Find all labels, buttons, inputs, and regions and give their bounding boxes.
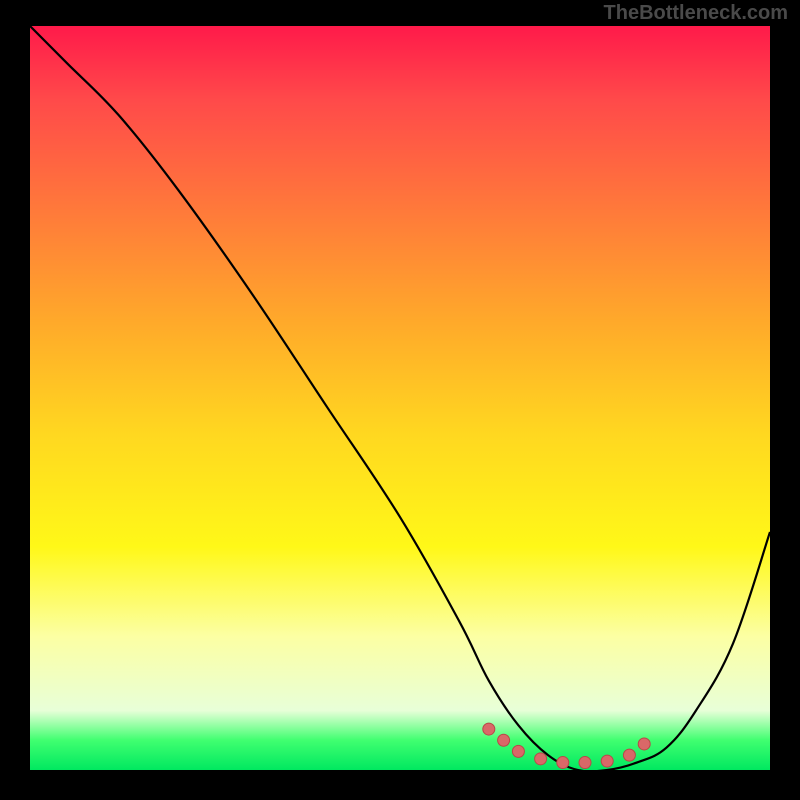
chart-svg: [30, 26, 770, 770]
marker-dot: [638, 738, 650, 750]
marker-dot: [601, 755, 613, 767]
marker-dot: [579, 757, 591, 769]
optimal-range-markers: [483, 723, 650, 768]
marker-dot: [623, 749, 635, 761]
marker-dot: [512, 745, 524, 757]
marker-dot: [483, 723, 495, 735]
marker-dot: [535, 753, 547, 765]
chart-plot-area: [30, 26, 770, 770]
bottleneck-curve-path: [30, 26, 770, 772]
watermark-text: TheBottleneck.com: [604, 2, 788, 25]
marker-dot: [498, 734, 510, 746]
marker-dot: [557, 757, 569, 769]
